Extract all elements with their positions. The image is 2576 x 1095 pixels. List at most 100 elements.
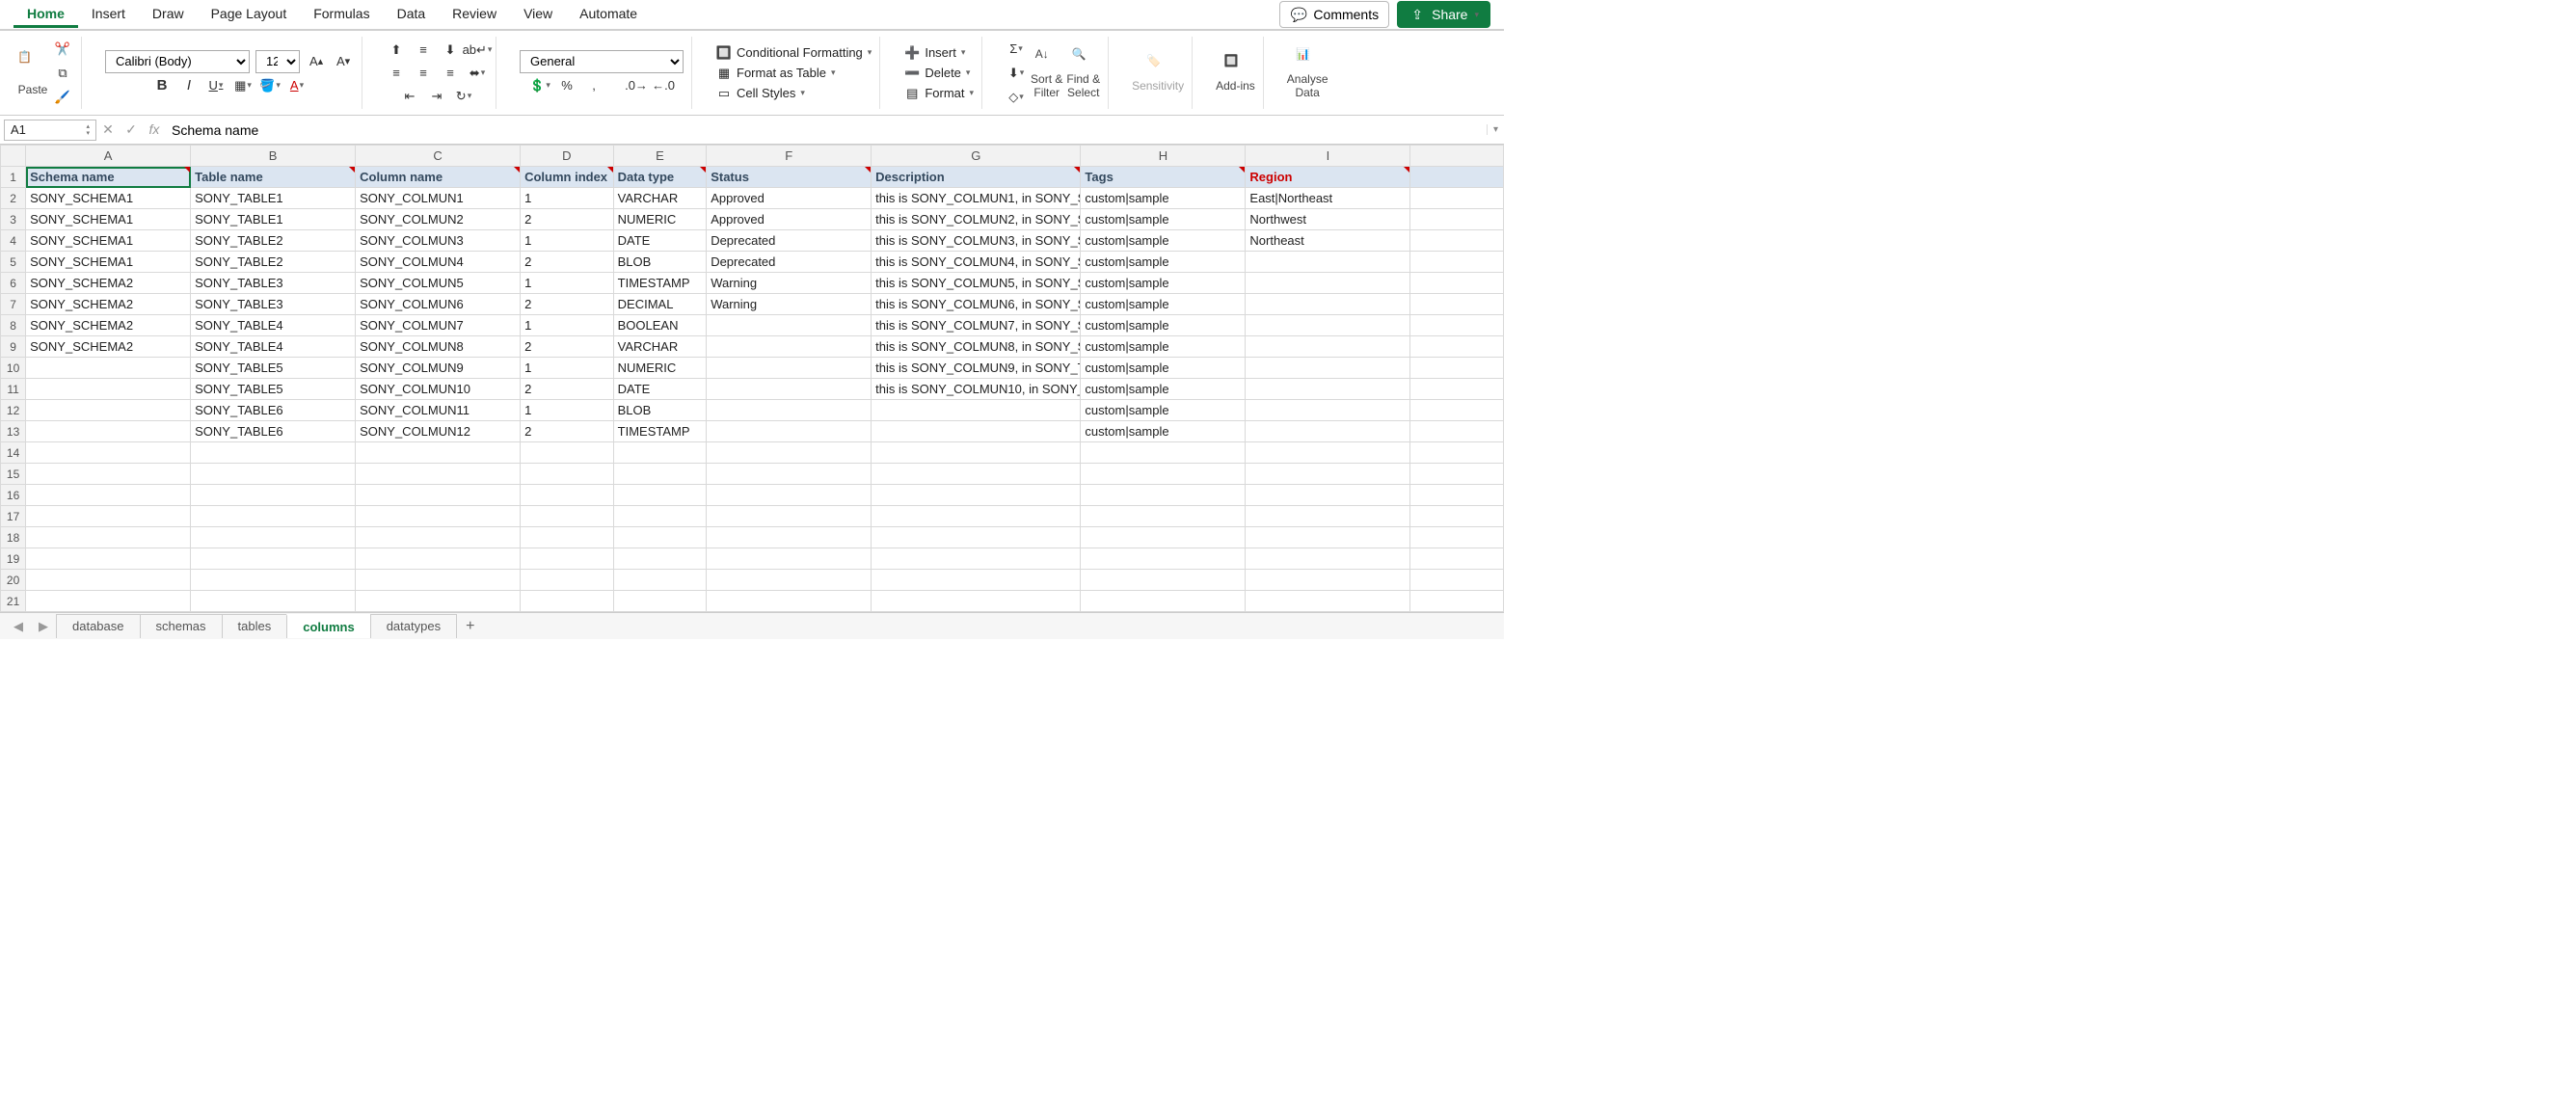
- cell[interactable]: custom|sample: [1081, 379, 1246, 400]
- cell[interactable]: this is SONY_COLMUN7, in SONY_S: [872, 315, 1081, 336]
- cell[interactable]: SONY_TABLE2: [191, 230, 356, 252]
- cell[interactable]: 2: [521, 294, 614, 315]
- fill-button[interactable]: ⬇▾: [1006, 63, 1027, 84]
- cell[interactable]: [872, 548, 1081, 570]
- sheet-tab-datatypes[interactable]: datatypes: [370, 614, 457, 638]
- cell[interactable]: SONY_COLMUN6: [356, 294, 521, 315]
- cell[interactable]: Northwest: [1246, 209, 1410, 230]
- cell[interactable]: [191, 570, 356, 591]
- cell[interactable]: this is SONY_COLMUN10, in SONY_: [872, 379, 1081, 400]
- sheet-nav-next[interactable]: ▶: [31, 619, 56, 634]
- header-cell[interactable]: Description: [872, 167, 1081, 188]
- name-box[interactable]: A1 ▴▾: [4, 120, 96, 141]
- ribbon-tab-home[interactable]: Home: [13, 2, 78, 28]
- cell[interactable]: SONY_COLMUN4: [356, 252, 521, 273]
- cell[interactable]: [521, 548, 614, 570]
- column-header[interactable]: D: [521, 146, 614, 167]
- number-format-select[interactable]: General: [520, 50, 684, 73]
- row-header[interactable]: 6: [1, 273, 26, 294]
- cell[interactable]: [1410, 506, 1504, 527]
- cell[interactable]: [356, 548, 521, 570]
- row-header[interactable]: 20: [1, 570, 26, 591]
- cell[interactable]: custom|sample: [1081, 315, 1246, 336]
- cell[interactable]: SONY_SCHEMA1: [26, 252, 191, 273]
- cell[interactable]: custom|sample: [1081, 294, 1246, 315]
- cell[interactable]: [521, 591, 614, 612]
- column-header[interactable]: G: [872, 146, 1081, 167]
- column-header[interactable]: C: [356, 146, 521, 167]
- cell[interactable]: VARCHAR: [613, 188, 707, 209]
- cell[interactable]: SONY_COLMUN1: [356, 188, 521, 209]
- font-color-button[interactable]: A▾: [286, 75, 308, 96]
- cell[interactable]: [521, 464, 614, 485]
- row-header[interactable]: 11: [1, 379, 26, 400]
- cell[interactable]: [1246, 421, 1410, 442]
- cell[interactable]: SONY_TABLE4: [191, 336, 356, 358]
- cell[interactable]: [191, 527, 356, 548]
- autosum-button[interactable]: Σ▾: [1006, 39, 1027, 60]
- comma-button[interactable]: ,: [583, 75, 604, 96]
- cell[interactable]: SONY_COLMUN8: [356, 336, 521, 358]
- cell[interactable]: custom|sample: [1081, 400, 1246, 421]
- cell[interactable]: TIMESTAMP: [613, 273, 707, 294]
- ribbon-tab-formulas[interactable]: Formulas: [300, 2, 383, 28]
- cell[interactable]: [872, 570, 1081, 591]
- sensitivity-button[interactable]: 🏷️ Sensitivity: [1132, 54, 1184, 93]
- cell[interactable]: [1246, 400, 1410, 421]
- row-header[interactable]: 14: [1, 442, 26, 464]
- cell[interactable]: [521, 442, 614, 464]
- cell[interactable]: SONY_TABLE5: [191, 379, 356, 400]
- cell[interactable]: custom|sample: [1081, 273, 1246, 294]
- addins-button[interactable]: 🔲 Add-ins: [1216, 54, 1255, 93]
- cell[interactable]: this is SONY_COLMUN4, in SONY_S: [872, 252, 1081, 273]
- cell[interactable]: [191, 548, 356, 570]
- cell[interactable]: custom|sample: [1081, 336, 1246, 358]
- cell[interactable]: [356, 464, 521, 485]
- cell[interactable]: custom|sample: [1081, 188, 1246, 209]
- cell[interactable]: [1246, 570, 1410, 591]
- cell[interactable]: [1081, 591, 1246, 612]
- cell[interactable]: [613, 591, 707, 612]
- cell[interactable]: [1081, 548, 1246, 570]
- cell[interactable]: [1410, 591, 1504, 612]
- cell[interactable]: SONY_TABLE3: [191, 273, 356, 294]
- cell[interactable]: [26, 591, 191, 612]
- cell[interactable]: [191, 591, 356, 612]
- cell[interactable]: SONY_SCHEMA2: [26, 294, 191, 315]
- row-header[interactable]: 15: [1, 464, 26, 485]
- cell[interactable]: SONY_TABLE4: [191, 315, 356, 336]
- cell[interactable]: BLOB: [613, 400, 707, 421]
- cell[interactable]: East|Northeast: [1246, 188, 1410, 209]
- row-header[interactable]: 13: [1, 421, 26, 442]
- align-center-button[interactable]: ≡: [413, 63, 434, 84]
- cell[interactable]: [356, 485, 521, 506]
- align-middle-button[interactable]: ≡: [413, 40, 434, 61]
- cell[interactable]: [521, 570, 614, 591]
- cell[interactable]: [26, 548, 191, 570]
- conditional-formatting-button[interactable]: 🔲Conditional Formatting▾: [715, 44, 872, 62]
- cell[interactable]: DECIMAL: [613, 294, 707, 315]
- cell[interactable]: [1246, 442, 1410, 464]
- cell[interactable]: DATE: [613, 230, 707, 252]
- cell[interactable]: [1246, 358, 1410, 379]
- cell[interactable]: [1410, 442, 1504, 464]
- sheet-tab-schemas[interactable]: schemas: [140, 614, 223, 638]
- row-header[interactable]: 1: [1, 167, 26, 188]
- cell[interactable]: [613, 527, 707, 548]
- cell[interactable]: Approved: [707, 209, 872, 230]
- cell[interactable]: SONY_COLMUN5: [356, 273, 521, 294]
- paste-button[interactable]: 📋 Paste: [17, 50, 48, 96]
- cell[interactable]: [707, 485, 872, 506]
- cell[interactable]: Deprecated: [707, 230, 872, 252]
- row-header[interactable]: 2: [1, 188, 26, 209]
- cell[interactable]: SONY_COLMUN12: [356, 421, 521, 442]
- ribbon-tab-review[interactable]: Review: [439, 2, 510, 28]
- align-bottom-button[interactable]: ⬇: [440, 40, 461, 61]
- cell[interactable]: [356, 506, 521, 527]
- column-header[interactable]: E: [613, 146, 707, 167]
- cell[interactable]: [1246, 273, 1410, 294]
- cell[interactable]: [356, 570, 521, 591]
- cell[interactable]: this is SONY_COLMUN8, in SONY_S: [872, 336, 1081, 358]
- header-cell[interactable]: Tags: [1081, 167, 1246, 188]
- cell[interactable]: [707, 358, 872, 379]
